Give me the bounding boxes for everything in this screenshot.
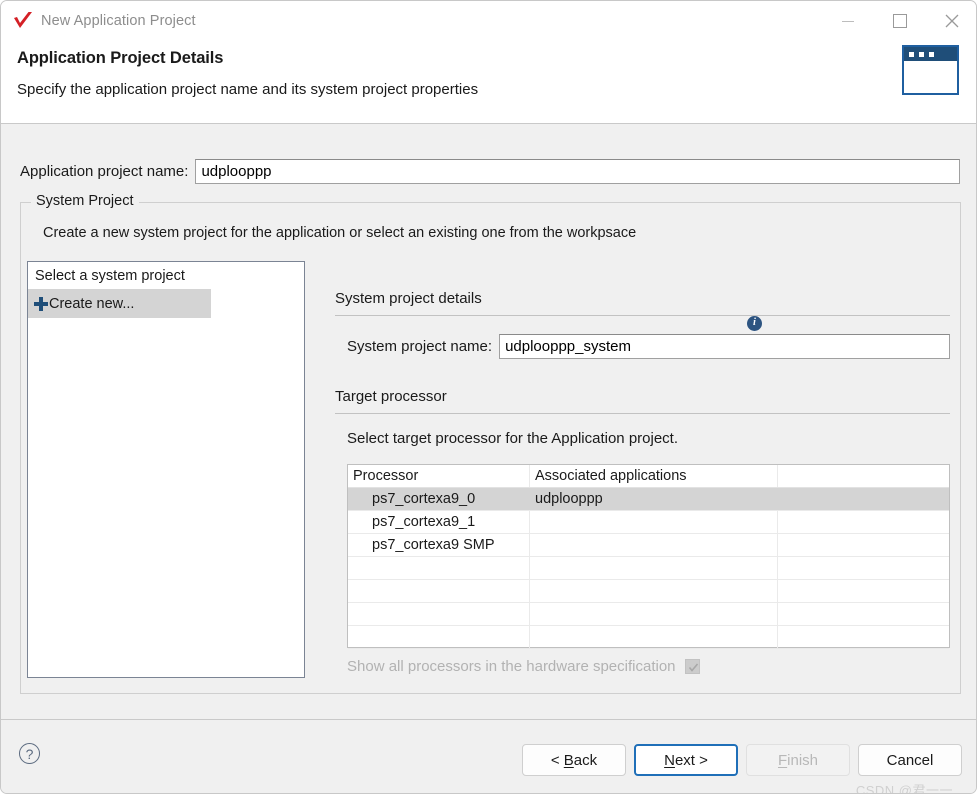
table-row[interactable]: ps7_cortexa9_1 — [348, 511, 949, 534]
system-project-name-input[interactable] — [499, 334, 950, 359]
cell-processor — [348, 603, 530, 625]
dialog-body: Application project name: System Project… — [1, 124, 976, 718]
application-name-input[interactable] — [195, 159, 960, 184]
next-button[interactable]: Next > — [634, 744, 738, 776]
window-icon-dot — [909, 51, 914, 57]
column-header: Associated applications — [530, 465, 778, 487]
table-row[interactable]: ps7_cortexa9_0 udplooppp — [348, 488, 949, 511]
table-row[interactable]: ps7_cortexa9 SMP — [348, 534, 949, 557]
target-processor-title: Target processor — [335, 388, 447, 405]
system-project-list-header-label: Select a system project — [35, 267, 185, 284]
cell-extra — [778, 580, 949, 602]
table-row[interactable] — [348, 626, 949, 649]
cell-processor — [348, 557, 530, 579]
help-question-icon[interactable]: ? — [19, 743, 40, 764]
finish-button: Finish — [746, 744, 850, 776]
system-project-group-label: System Project — [31, 193, 139, 209]
details-divider — [335, 315, 950, 316]
system-project-details-title: System project details — [335, 290, 482, 307]
new-application-project-dialog: New Application Project Application Proj… — [0, 0, 977, 794]
wizard-window-icon — [902, 45, 959, 95]
window-icon-dot — [919, 51, 924, 57]
maximize-button[interactable] — [874, 1, 926, 41]
plus-icon — [34, 297, 48, 311]
cell-processor: ps7_cortexa9 SMP — [348, 534, 530, 556]
system-project-group: System Project Create a new system proje… — [20, 193, 961, 694]
window-title: New Application Project — [41, 13, 196, 29]
finish-button-label: Finish — [777, 751, 819, 769]
watermark: CSDN @君一一 — [855, 783, 953, 794]
cell-associated-applications — [530, 557, 778, 579]
cell-associated-applications — [530, 626, 778, 648]
cancel-button[interactable]: Cancel — [858, 744, 962, 776]
cell-extra — [778, 534, 949, 556]
table-row[interactable] — [348, 580, 949, 603]
title-bar: New Application Project — [1, 1, 976, 41]
list-item-create-new[interactable]: Create new... — [28, 290, 211, 318]
cell-processor — [348, 580, 530, 602]
dialog-footer: ? < Back Next > Finish Cancel CSDN @君一一 — [1, 719, 976, 794]
cell-extra — [778, 557, 949, 579]
processor-table-header: Processor Associated applications — [348, 465, 949, 488]
show-all-processors-label: Show all processors in the hardware spec… — [347, 658, 676, 675]
cell-associated-applications — [530, 534, 778, 556]
cell-extra — [778, 511, 949, 533]
cell-associated-applications — [530, 603, 778, 625]
column-header — [778, 465, 949, 487]
show-all-processors-row: Show all processors in the hardware spec… — [347, 658, 700, 675]
back-button-label: < Back — [550, 751, 598, 769]
cell-processor — [348, 626, 530, 648]
cell-extra — [778, 626, 949, 648]
page-subtitle: Specify the application project name and… — [17, 81, 479, 98]
target-processor-description: Select target processor for the Applicat… — [347, 430, 679, 447]
next-button-label: Next > — [664, 751, 708, 769]
cell-extra — [778, 488, 949, 510]
cell-associated-applications: udplooppp — [530, 488, 778, 510]
system-project-description: Create a new system project for the appl… — [43, 225, 637, 241]
cell-associated-applications — [530, 511, 778, 533]
table-row[interactable] — [348, 603, 949, 626]
cell-processor: ps7_cortexa9_0 — [348, 488, 530, 510]
system-project-list[interactable]: Select a system project Create new... — [27, 261, 305, 678]
processor-table[interactable]: Processor Associated applications ps7_cort… — [347, 464, 950, 649]
window-controls — [822, 1, 976, 41]
cancel-button-label: Cancel — [886, 751, 934, 769]
red-check-logo-icon — [12, 11, 34, 31]
wizard-header: Application Project Details Specify the … — [1, 41, 976, 124]
cell-extra — [778, 603, 949, 625]
table-row[interactable] — [348, 557, 949, 580]
list-item-label: Create new... — [49, 296, 135, 312]
minimize-button[interactable] — [822, 1, 874, 41]
cell-associated-applications — [530, 580, 778, 602]
application-name-row: Application project name: — [20, 159, 960, 184]
application-name-label: Application project name: — [20, 163, 189, 180]
dialog-buttons: < Back Next > Finish Cancel — [522, 744, 962, 776]
cell-processor: ps7_cortexa9_1 — [348, 511, 530, 533]
close-button[interactable] — [926, 1, 976, 41]
info-icon[interactable]: i — [747, 316, 762, 331]
system-project-list-header: Select a system project — [28, 262, 211, 290]
back-button[interactable]: < Back — [522, 744, 626, 776]
page-title: Application Project Details — [17, 49, 224, 67]
system-project-name-row: System project name: — [347, 334, 950, 359]
column-header: Processor — [348, 465, 530, 487]
system-project-name-label: System project name: — [347, 338, 493, 355]
window-icon-dot — [929, 51, 934, 57]
show-all-processors-checkbox — [684, 659, 700, 674]
target-divider — [335, 413, 950, 414]
